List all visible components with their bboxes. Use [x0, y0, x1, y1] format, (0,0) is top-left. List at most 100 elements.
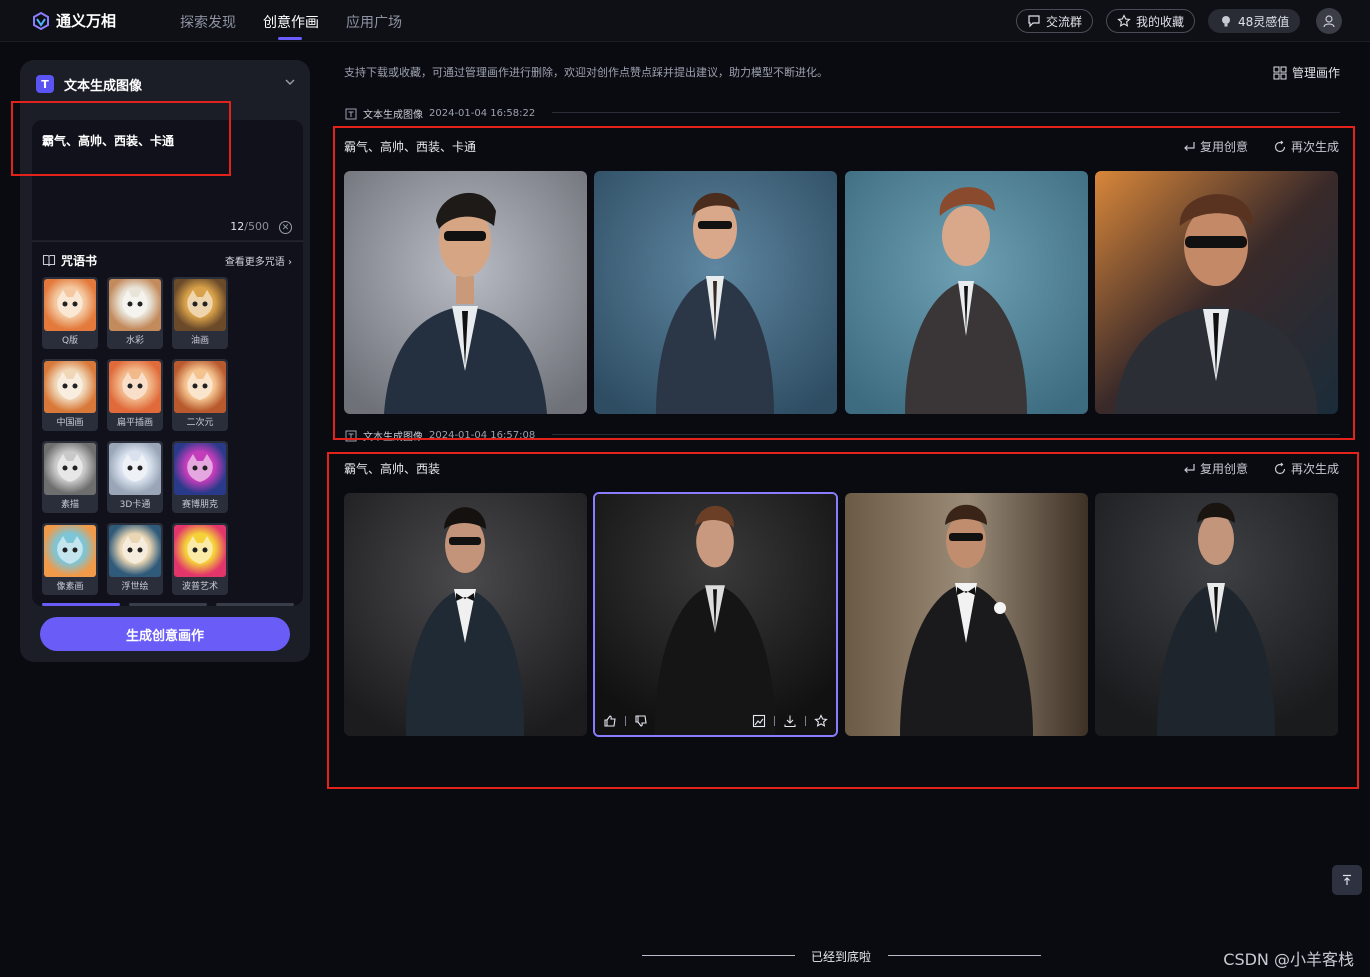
library-more-link[interactable]: 查看更多咒语 › [225, 253, 292, 268]
library-page-2[interactable] [129, 603, 207, 606]
style-card[interactable]: 3D卡通 [107, 441, 163, 513]
generated-image-selected[interactable] [593, 492, 838, 737]
end-divider-left [642, 955, 795, 956]
style-thumbnail [109, 279, 161, 331]
arrow-up-icon [1343, 874, 1351, 885]
generated-image[interactable] [1095, 493, 1338, 736]
favorites-label: 我的收藏 [1136, 14, 1185, 29]
style-label: 中国画 [56, 418, 84, 428]
library-page-1[interactable] [42, 603, 120, 606]
grid-icon [1273, 66, 1287, 79]
style-card[interactable]: 中国画 [42, 359, 98, 431]
regenerate-button[interactable]: 再次生成 [1273, 460, 1339, 477]
style-thumbnail [109, 525, 161, 577]
generated-image[interactable] [344, 493, 587, 736]
style-thumbnail [44, 525, 96, 577]
star-icon[interactable] [814, 714, 828, 728]
end-divider-right [888, 955, 1041, 956]
group-time: 2024-01-04 16:57:08 [429, 430, 536, 441]
reuse-label: 复用创意 [1200, 462, 1249, 476]
reuse-idea-button[interactable]: 复用创意 [1182, 460, 1248, 477]
tab-app-square[interactable]: 应用广场 [346, 12, 402, 32]
style-thumbnail [174, 279, 226, 331]
style-thumbnail [174, 443, 226, 495]
tab-explore[interactable]: 探索发现 [180, 12, 236, 32]
style-card[interactable]: 像素画 [42, 523, 98, 595]
library-more-label: 查看更多咒语 [224, 257, 285, 268]
style-grid: Q版 水彩 油画中国画 扁平插画 二次元素描 3D卡通 赛博朋克像素画 浮世绘 波普艺术 [42, 277, 232, 595]
scroll-to-top-button[interactable] [1332, 865, 1362, 895]
user-avatar[interactable] [1316, 8, 1342, 34]
text-mode-icon: T [36, 75, 54, 93]
points-label: 48灵感值 [1238, 14, 1290, 29]
brand[interactable]: 通义万相 [32, 10, 116, 31]
bulb-icon [1222, 16, 1230, 27]
regen-label: 再次生成 [1291, 140, 1340, 154]
image-content [845, 171, 1088, 414]
generated-image[interactable] [594, 171, 837, 414]
points-badge[interactable]: 48灵感值 [1208, 9, 1301, 33]
reuse-label: 复用创意 [1200, 140, 1249, 154]
favorites-button[interactable]: 我的收藏 [1106, 9, 1196, 33]
end-of-list-text: 已经到底啦 [811, 950, 872, 964]
tool-separator [625, 716, 626, 726]
active-tab-indicator [278, 37, 302, 40]
style-label: 3D卡通 [119, 500, 151, 510]
style-card[interactable]: 扁平插画 [107, 359, 163, 431]
generated-image[interactable] [344, 171, 587, 414]
watermark: CSDN @小羊客栈 [1223, 950, 1354, 969]
image-toolbar [603, 713, 828, 729]
library-title: 咒语书 [61, 253, 98, 268]
image-edit-icon[interactable] [752, 714, 766, 728]
library-header: 咒语书 查看更多咒语 › [42, 251, 292, 269]
generate-button[interactable]: 生成创意画作 [40, 617, 290, 651]
group-type: 文本生成图像 [363, 432, 423, 443]
divider [552, 434, 1340, 435]
image-content [344, 171, 587, 414]
regenerate-button[interactable]: 再次生成 [1273, 138, 1339, 155]
image-content [1095, 493, 1338, 736]
book-icon [42, 254, 56, 267]
prompt-text[interactable]: 霸气、高帅、西装、卡通 [42, 132, 174, 149]
tab-creative-painting[interactable]: 创意作画 [263, 12, 319, 32]
style-label: 油画 [190, 336, 209, 346]
style-thumbnail [109, 361, 161, 413]
mode-selector[interactable]: T 文本生成图像 [36, 74, 296, 94]
style-card[interactable]: 素描 [42, 441, 98, 513]
tool-separator [805, 716, 806, 726]
prompt-input[interactable]: 霸气、高帅、西装、卡通 12/500 ✕ [32, 120, 303, 240]
refresh-icon [1274, 140, 1286, 152]
style-card[interactable]: Q版 [42, 277, 98, 349]
generated-image[interactable] [845, 171, 1088, 414]
style-label: Q版 [61, 336, 79, 346]
style-thumbnail [44, 279, 96, 331]
library-page-3[interactable] [216, 603, 294, 606]
style-card[interactable]: 油画 [172, 277, 228, 349]
thumbs-up-icon[interactable] [603, 714, 617, 728]
style-label: 波普艺术 [181, 582, 218, 592]
reuse-idea-button[interactable]: 复用创意 [1182, 138, 1248, 155]
generated-image[interactable] [845, 493, 1088, 736]
clear-icon[interactable]: ✕ [279, 221, 292, 234]
thumbs-down-icon[interactable] [634, 714, 648, 728]
char-limit: /500 [244, 220, 269, 233]
style-card[interactable]: 波普艺术 [172, 523, 228, 595]
style-label: 赛博朋克 [181, 500, 218, 510]
style-card[interactable]: 二次元 [172, 359, 228, 431]
style-thumbnail [174, 361, 226, 413]
manage-artworks-button[interactable]: 管理画作 [1273, 64, 1340, 81]
style-card[interactable]: 水彩 [107, 277, 163, 349]
refresh-icon [1274, 462, 1286, 474]
group-chat-button[interactable]: 交流群 [1016, 9, 1094, 33]
style-card[interactable]: 赛博朋克 [172, 441, 228, 513]
chevron-down-icon [285, 79, 295, 85]
image-content [595, 494, 836, 735]
style-card[interactable]: 浮世绘 [107, 523, 163, 595]
generated-image[interactable] [1095, 171, 1338, 414]
group-prompt: 霸气、高帅、西装 [344, 462, 441, 476]
download-icon[interactable] [783, 714, 797, 728]
style-label: 浮世绘 [121, 582, 149, 592]
library-pager [42, 603, 294, 606]
style-thumbnail [44, 443, 96, 495]
brand-logo-icon [33, 11, 49, 30]
